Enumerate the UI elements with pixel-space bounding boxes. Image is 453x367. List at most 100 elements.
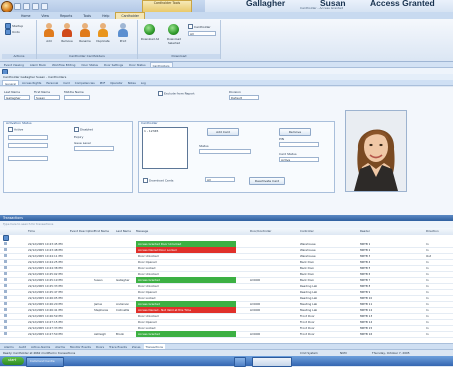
row-marker-icon	[4, 326, 7, 329]
ribbon-tabs: Home View Reports Tools Help Cardholder	[0, 12, 453, 19]
remove-card-button[interactable]: Remove	[279, 128, 311, 136]
cardholder-photo[interactable]	[345, 110, 407, 192]
card-status-field[interactable]: Active	[279, 157, 319, 162]
exclude-checkbox-row[interactable]: Exclude from Report	[158, 91, 195, 96]
save-icon[interactable]	[14, 2, 21, 10]
active-label: Active	[13, 127, 24, 132]
undo-icon[interactable]	[23, 2, 30, 10]
col-door[interactable]: Door/Controller	[250, 229, 271, 233]
download-option-cardholder[interactable]: Cardholder	[188, 24, 211, 29]
duplicate-cardholder-button[interactable]: Duplicate	[96, 23, 110, 45]
expiry-label: Expiry	[74, 135, 84, 139]
record-tabs: General Access Rights Personal Card Comp…	[0, 80, 453, 86]
tab-notes[interactable]: Notes	[126, 80, 138, 85]
print-icon[interactable]	[41, 2, 48, 10]
globe-download-selected-icon[interactable]	[168, 24, 179, 35]
disabled-checkbox[interactable]	[74, 127, 79, 132]
division-select[interactable]: Default	[229, 95, 259, 100]
activation-note-field[interactable]	[8, 156, 48, 161]
remove-label: Remove	[61, 39, 73, 43]
download-scope-field[interactable]: All	[205, 177, 235, 182]
transactions-search-hint[interactable]: Type here to search for transactions	[3, 222, 53, 226]
cell-time: 22/12/2005 10:27:50 PM	[28, 332, 63, 336]
download-scope-select[interactable]: All	[188, 31, 216, 36]
duplicate-label: Duplicate	[96, 39, 110, 43]
activation-title: Activation Status	[6, 121, 32, 125]
cell-first-name: Ashleigh	[94, 332, 106, 336]
row-marker-icon	[4, 296, 7, 299]
col-controller[interactable]: Controller	[300, 229, 314, 233]
tab-door-status-2[interactable]: Door Status	[127, 62, 148, 67]
tab-cardholder[interactable]: Cardholder	[115, 12, 145, 19]
tab-personal[interactable]: Personal	[44, 80, 60, 85]
col-first-name[interactable]: First Name	[94, 229, 109, 233]
middle-name-field[interactable]	[64, 95, 90, 100]
col-direction[interactable]: Direction	[426, 229, 439, 233]
deactivate-card-button[interactable]: Deactivate Card	[249, 177, 285, 185]
rename-cardholder-button[interactable]: Rename	[79, 23, 91, 45]
print-cardholder-button[interactable]: Print	[117, 23, 129, 45]
issue-label: Issue Level	[74, 141, 91, 145]
cell-reader: MRTB 16	[360, 332, 373, 336]
group-label-download: Download	[138, 54, 220, 59]
download-option-checkbox[interactable]	[188, 24, 193, 29]
active-checkbox-row[interactable]: Active	[8, 127, 23, 132]
last-name-field[interactable]: Gallagher	[4, 95, 30, 100]
card-list[interactable]: 1 - 12345	[142, 127, 188, 169]
col-event[interactable]: Event Description	[70, 229, 95, 233]
col-time[interactable]: Time	[28, 229, 35, 233]
pin-field[interactable]	[279, 142, 319, 147]
quick-access-toolbar	[14, 2, 48, 10]
tab-operator[interactable]: Operator	[108, 80, 125, 85]
tab-competencies[interactable]: Competencies	[73, 80, 97, 85]
tab-pdf[interactable]: PDF	[98, 80, 107, 85]
status-field[interactable]	[199, 149, 251, 154]
activation-date-field[interactable]	[8, 135, 48, 140]
startup-label: Startup	[12, 24, 24, 28]
remove-cardholder-button[interactable]: Remove	[61, 23, 73, 45]
col-last-name[interactable]: Last Name	[116, 229, 131, 233]
print-label: Print	[119, 39, 127, 43]
row-marker-icon	[4, 332, 7, 335]
tab-door-status[interactable]: Door Status	[79, 62, 100, 67]
tab-access-rights[interactable]: Access Rights	[20, 80, 43, 85]
add-cardholder-button[interactable]: Add	[43, 23, 55, 45]
tab-cardholders[interactable]: Cardholders	[149, 62, 173, 68]
first-name-field[interactable]: Susan	[34, 95, 60, 100]
row-marker-icon	[4, 272, 7, 275]
active-checkbox[interactable]	[8, 127, 13, 132]
card-list-item[interactable]: 1 - 12345	[144, 129, 186, 133]
table-row[interactable]: 22/12/2005 10:27:50 PM Ashleigh Brook LDOOR…	[0, 331, 453, 338]
undo-button[interactable]: Undo	[5, 29, 20, 35]
tab-general[interactable]: General	[2, 80, 20, 86]
division-label: Division	[229, 90, 241, 94]
col-message[interactable]: Message	[136, 229, 148, 233]
disabled-checkbox-row[interactable]: Disabled	[74, 127, 93, 132]
exclude-checkbox[interactable]	[158, 91, 163, 96]
globe-download-icon[interactable]	[144, 24, 155, 35]
tab-log[interactable]: Log	[139, 80, 148, 85]
status-label: Status	[199, 144, 209, 148]
download-cards-row[interactable]: Download Cards	[143, 178, 173, 183]
disabled-label: Disabled	[79, 127, 94, 132]
add-card-button[interactable]: Add Card	[207, 128, 239, 136]
tab-alarm-book[interactable]: Alarm Book	[28, 62, 48, 67]
row-marker-icon	[4, 284, 7, 287]
issue-level-field[interactable]	[74, 146, 114, 151]
pin-label: PIN	[279, 137, 284, 141]
activation-panel: Activation Status Active Disabled Expiry…	[3, 121, 133, 193]
tab-card[interactable]: Card	[61, 80, 72, 85]
tab-event-viewing[interactable]: Event Viewing	[2, 62, 26, 67]
col-reader[interactable]: Reader	[360, 229, 370, 233]
redo-icon[interactable]	[32, 2, 39, 10]
activation-time-field[interactable]	[8, 143, 48, 148]
download-cards-checkbox[interactable]	[143, 178, 148, 183]
group-label-actions: Actions	[2, 54, 36, 59]
tab-door-settings[interactable]: Door Settings	[102, 62, 125, 67]
os-taskbar	[0, 356, 453, 366]
tab-workflow-editing[interactable]: Workflow Editing	[50, 62, 77, 67]
start-button[interactable]: start	[2, 357, 24, 365]
app-orb-icon[interactable]	[2, 2, 12, 12]
download-selected-label: Download Selected	[167, 37, 181, 45]
ribbon-group-download: Download All Download Selected Cardholde…	[138, 20, 221, 59]
